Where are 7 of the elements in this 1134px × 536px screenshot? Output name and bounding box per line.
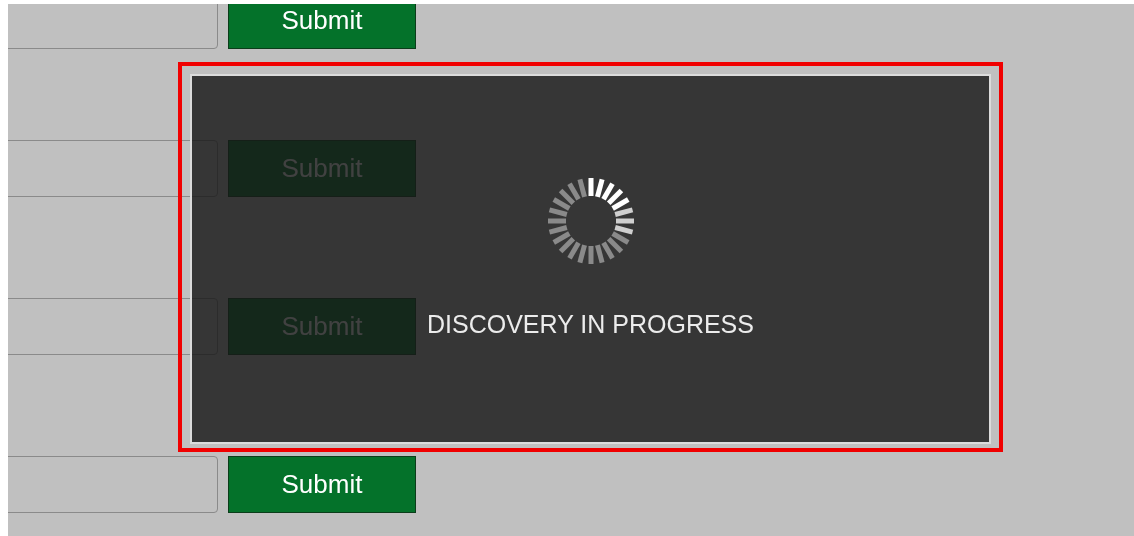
submit-button[interactable]: Submit [228,4,416,49]
submit-button[interactable]: Submit [228,456,416,513]
spinner-icon [547,178,634,264]
input-field[interactable] [8,140,218,197]
progress-message: DISCOVERY IN PROGRESS [427,310,754,339]
input-field[interactable] [8,456,218,513]
input-field[interactable] [8,298,218,355]
